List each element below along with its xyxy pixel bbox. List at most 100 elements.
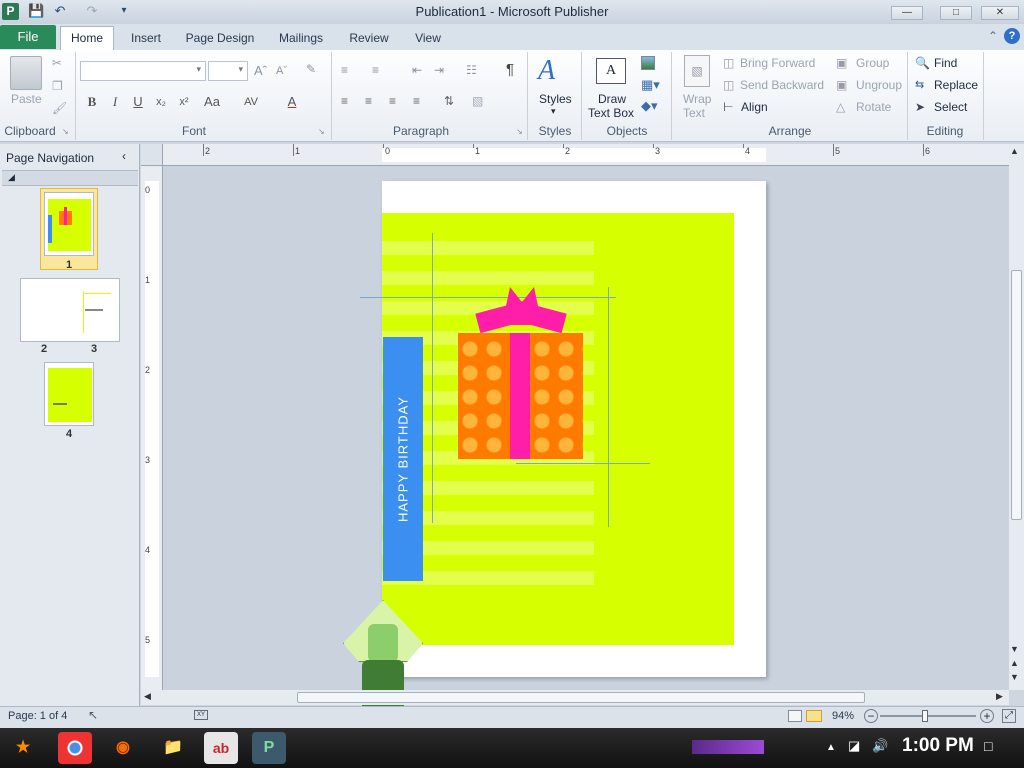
file-explorer-icon[interactable]: 📁 [156, 732, 190, 764]
styles-button[interactable]: Styles [539, 92, 572, 106]
font-size-select[interactable]: ▾ [208, 61, 248, 81]
wrap-text-label-1[interactable]: Wrap [683, 92, 711, 106]
zoom-out-button[interactable]: − [864, 709, 878, 723]
close-button[interactable]: ✕ [981, 6, 1019, 20]
volume-icon[interactable]: 🔊 [872, 738, 888, 754]
increase-indent-icon[interactable]: ⇥ [434, 63, 444, 77]
two-page-view-icon[interactable] [806, 710, 822, 722]
scroll-up-icon[interactable]: ▲ [1010, 146, 1019, 156]
select-button[interactable]: Select [934, 100, 967, 114]
font-name-select[interactable]: ▾ [80, 61, 206, 81]
publisher-taskbar-icon[interactable]: P [252, 732, 286, 764]
section-collapse-icon[interactable]: ◢ [8, 172, 15, 183]
page-thumb-1[interactable] [44, 192, 94, 256]
align-button[interactable]: Align [741, 100, 768, 114]
draw-text-box-label-1[interactable]: Draw [598, 92, 626, 106]
page-thumb-2-3[interactable] [20, 278, 120, 342]
group-button[interactable]: Group [856, 56, 889, 70]
draw-text-box-label-2[interactable]: Text Box [588, 106, 634, 120]
tab-home[interactable]: Home [60, 26, 114, 50]
rotate-button[interactable]: Rotate [856, 100, 891, 114]
minimize-button[interactable]: — [891, 6, 923, 20]
next-page-icon[interactable]: ▼ [1010, 672, 1019, 682]
abiword-icon[interactable]: ab [204, 732, 238, 764]
format-painter-icon[interactable]: 🖌 [52, 101, 67, 115]
scroll-thumb[interactable] [1011, 270, 1022, 520]
tab-review[interactable]: Review [346, 28, 392, 48]
start-button-icon[interactable]: ★ [6, 732, 40, 764]
bring-forward-button[interactable]: Bring Forward [740, 56, 815, 70]
change-case-button[interactable]: Aa [199, 92, 225, 112]
chrome-icon[interactable] [58, 732, 92, 764]
publication-page[interactable]: HAPPY BIRTHDAY [360, 181, 766, 677]
tab-mailings[interactable]: Mailings [274, 28, 328, 48]
shapes-icon[interactable]: ◆▾ [641, 98, 658, 114]
decrease-indent-icon[interactable]: ⇤ [412, 63, 422, 77]
picture-icon[interactable] [641, 56, 655, 70]
zoom-slider-track[interactable] [880, 715, 976, 717]
show-formatting-button[interactable]: ¶ [506, 61, 514, 78]
macro-recording-icon[interactable]: XY [194, 710, 208, 720]
page-indicator[interactable]: Page: 1 of 4 [8, 710, 67, 722]
subscript-button[interactable]: x₂ [151, 92, 171, 112]
superscript-button[interactable]: x² [174, 92, 194, 112]
zoom-slider-thumb[interactable] [922, 710, 928, 722]
styles-icon[interactable]: A [538, 55, 555, 87]
scroll-thumb[interactable] [297, 692, 865, 703]
dialog-launcher-icon[interactable]: ↘ [62, 127, 69, 136]
table-icon[interactable]: ▦▾ [641, 77, 660, 93]
replace-button[interactable]: Replace [934, 78, 978, 92]
shrink-font-icon[interactable]: Aˇ [276, 65, 287, 77]
ruler-corner[interactable] [141, 144, 163, 166]
horizontal-scrollbar[interactable] [141, 690, 1009, 705]
align-center-icon[interactable]: ≡ [365, 94, 372, 108]
cut-icon[interactable]: ✂ [52, 56, 62, 70]
vertical-scrollbar[interactable] [1009, 144, 1024, 690]
columns-icon[interactable]: ☷ [466, 63, 477, 77]
send-backward-button[interactable]: Send Backward [740, 78, 824, 92]
horizontal-ruler[interactable] [141, 144, 1009, 166]
notifications-icon[interactable]: □ [984, 738, 992, 754]
shading-icon[interactable]: ▧ [472, 94, 483, 108]
previous-page-icon[interactable]: ▲ [1010, 658, 1019, 668]
underline-button[interactable]: U [128, 92, 148, 112]
paste-button[interactable]: Paste [11, 92, 42, 106]
grow-font-icon[interactable]: Aˆ [254, 63, 267, 78]
network-icon[interactable]: ◪ [848, 738, 860, 754]
scroll-down-icon[interactable]: ▼ [1010, 644, 1019, 654]
line-spacing-icon[interactable]: ⇅ [444, 94, 454, 108]
font-dialog-launcher-icon[interactable]: ↘ [318, 127, 325, 136]
styles-dropdown-icon[interactable]: ▾ [551, 106, 556, 117]
tab-view[interactable]: View [410, 28, 446, 48]
section-header[interactable]: ◢ [2, 170, 138, 186]
ungroup-button[interactable]: Ungroup [856, 78, 902, 92]
wrap-text-icon[interactable]: ▧ [684, 55, 710, 87]
wrap-text-label-2[interactable]: Text [683, 106, 705, 120]
italic-button[interactable]: I [105, 92, 125, 112]
find-button[interactable]: Find [934, 56, 957, 70]
paste-icon[interactable] [10, 56, 42, 90]
page-thumb-4[interactable] [44, 362, 94, 426]
show-hidden-icons[interactable]: ▲ [826, 742, 836, 753]
zoom-in-button[interactable]: + [980, 709, 994, 723]
font-color-button[interactable]: A [282, 92, 302, 112]
copy-icon[interactable]: ❐ [52, 79, 63, 93]
align-right-icon[interactable]: ≡ [389, 94, 396, 108]
firefox-icon[interactable]: ◉ [106, 732, 140, 764]
maximize-button[interactable]: □ [940, 6, 972, 20]
help-icon[interactable]: ? [1004, 28, 1020, 44]
bullets-icon[interactable]: ≡ [341, 63, 348, 77]
scroll-left-icon[interactable]: ◀ [144, 691, 151, 702]
fit-page-icon[interactable]: ⤢ [1002, 709, 1016, 723]
tab-page-design[interactable]: Page Design [184, 28, 256, 48]
scroll-right-icon[interactable]: ▶ [996, 691, 1003, 702]
collapse-pane-icon[interactable]: ‹ [122, 149, 126, 163]
birthday-text[interactable]: HAPPY BIRTHDAY [396, 349, 411, 569]
ribbon-collapse-icon[interactable]: ⌃ [988, 29, 998, 43]
character-spacing-button[interactable]: AV [238, 92, 264, 112]
vertical-ruler[interactable] [141, 166, 163, 690]
justify-icon[interactable]: ≡ [413, 94, 420, 108]
align-left-icon[interactable]: ≡ [341, 94, 348, 108]
clear-formatting-icon[interactable]: ✎ [306, 62, 316, 76]
numbering-icon[interactable]: ≡ [372, 63, 379, 77]
